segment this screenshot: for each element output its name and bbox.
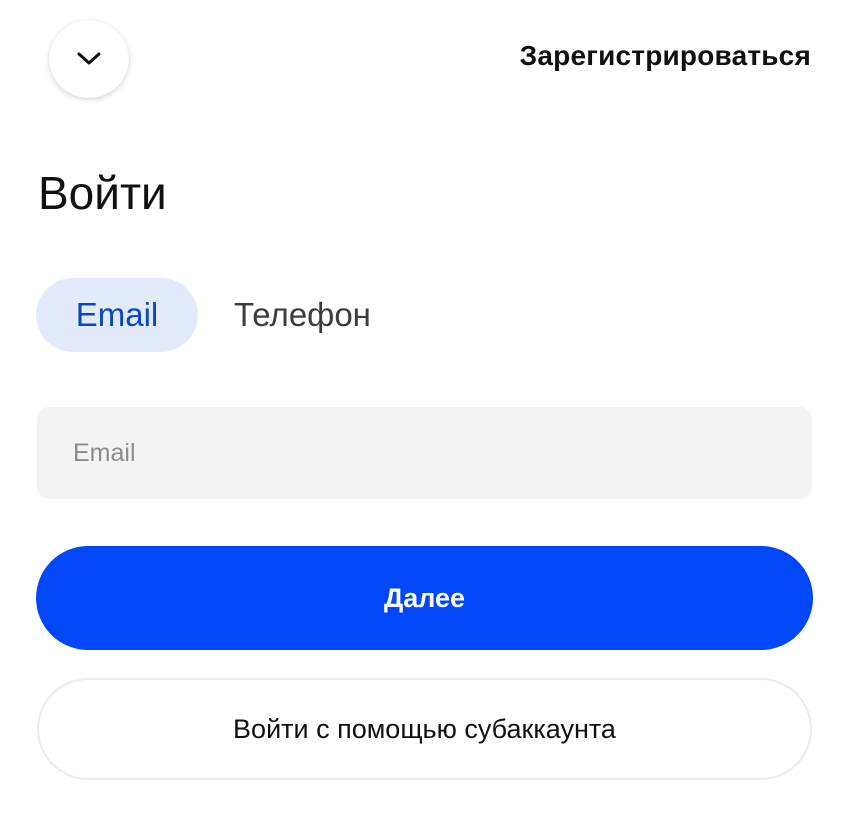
login-screen: Зарегистрироваться Войти Email Телефон Д…	[0, 0, 849, 822]
page-title: Войти	[38, 167, 167, 219]
tab-email[interactable]: Email	[36, 278, 198, 352]
signup-link[interactable]: Зарегистрироваться	[520, 40, 811, 72]
next-button[interactable]: Далее	[36, 546, 813, 650]
tab-phone[interactable]: Телефон	[198, 278, 407, 352]
email-field-container	[37, 407, 812, 499]
login-method-tabs: Email Телефон	[36, 278, 407, 352]
email-field[interactable]	[37, 407, 812, 499]
subaccount-login-button[interactable]: Войти с помощью субаккаунта	[37, 678, 812, 780]
collapse-button[interactable]	[49, 20, 129, 98]
chevron-down-icon	[77, 52, 101, 65]
